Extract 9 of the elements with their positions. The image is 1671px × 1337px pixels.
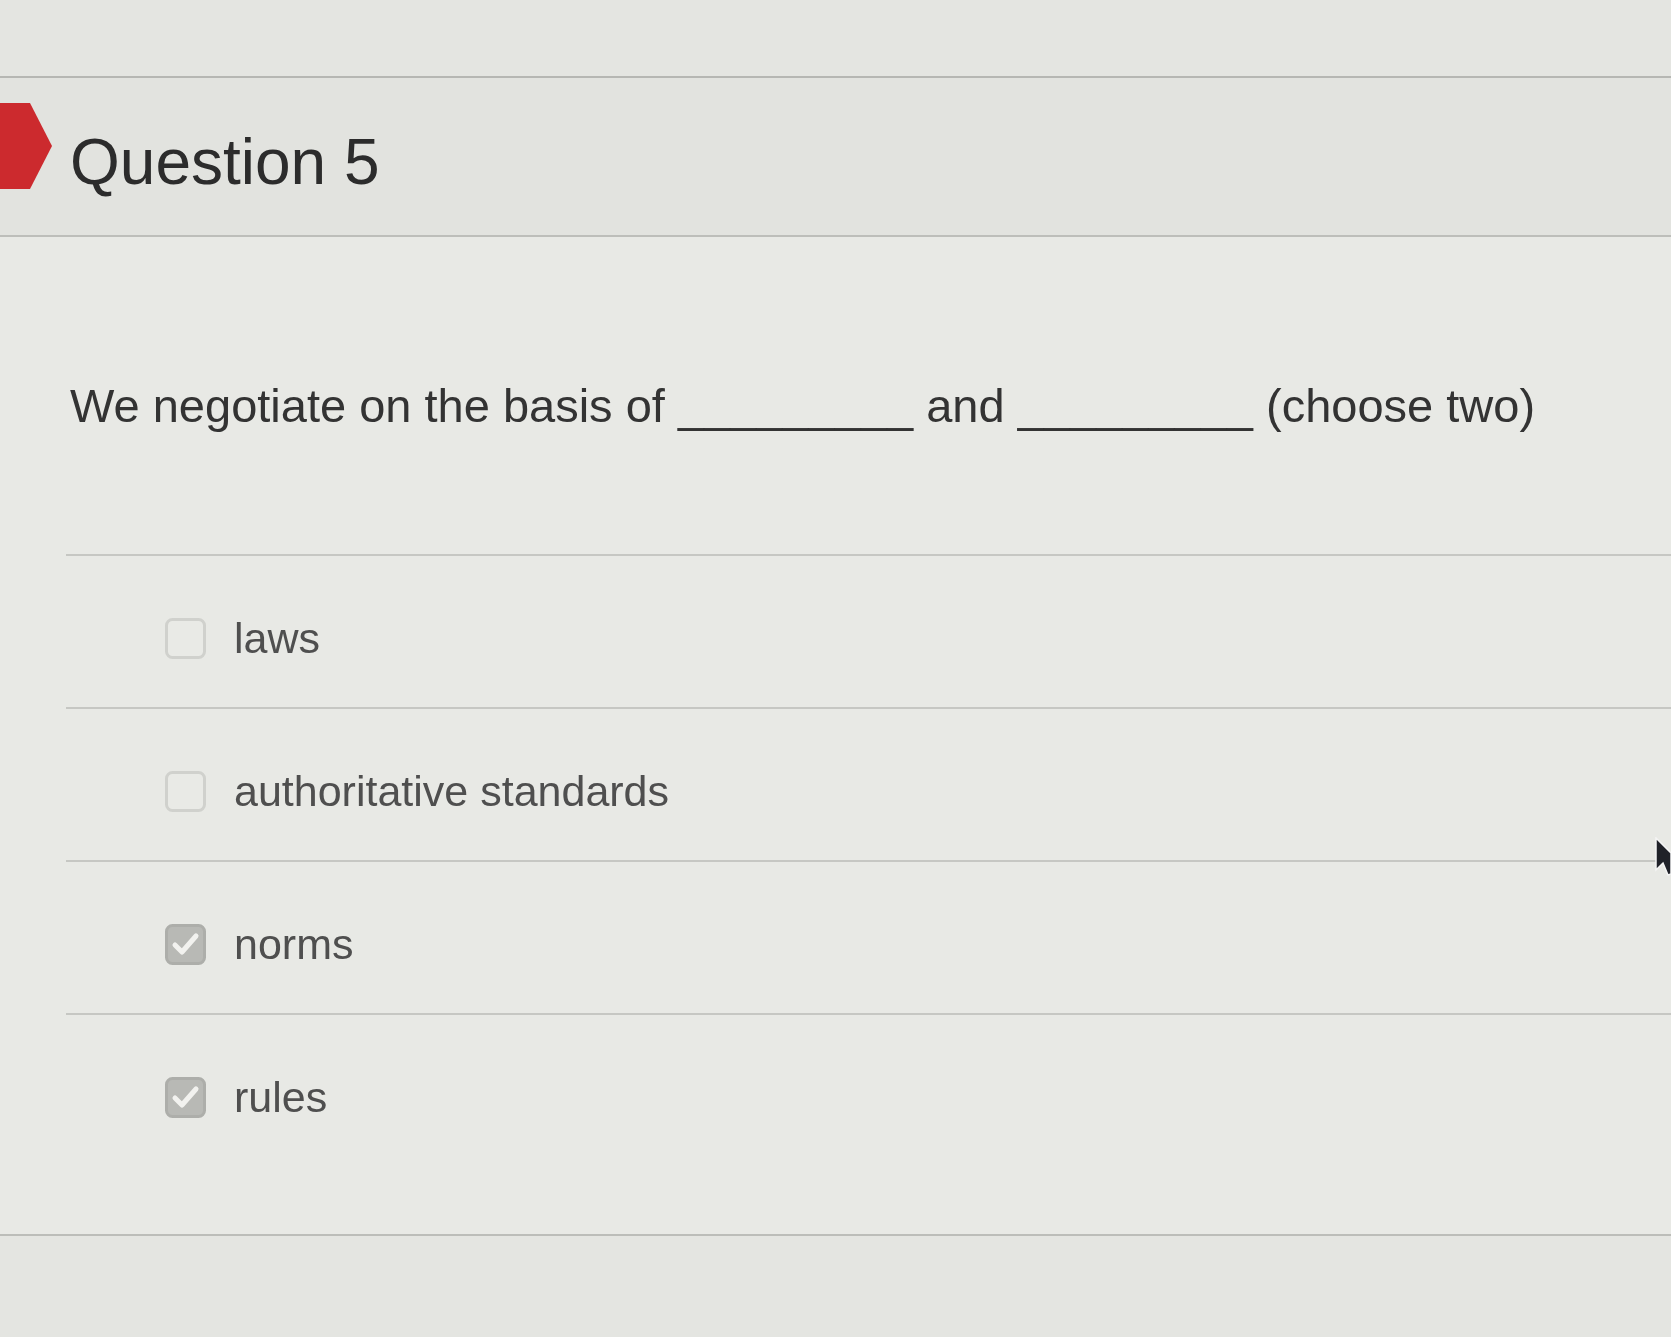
checkbox[interactable] <box>165 1077 206 1118</box>
checkbox[interactable] <box>165 771 206 812</box>
option-label: norms <box>234 919 354 970</box>
option-label: authoritative standards <box>234 766 670 817</box>
option-label: rules <box>234 1072 328 1123</box>
checkbox[interactable] <box>165 618 206 659</box>
checkbox[interactable] <box>165 924 206 965</box>
flag-icon[interactable] <box>0 103 52 189</box>
option-label: laws <box>234 613 321 664</box>
